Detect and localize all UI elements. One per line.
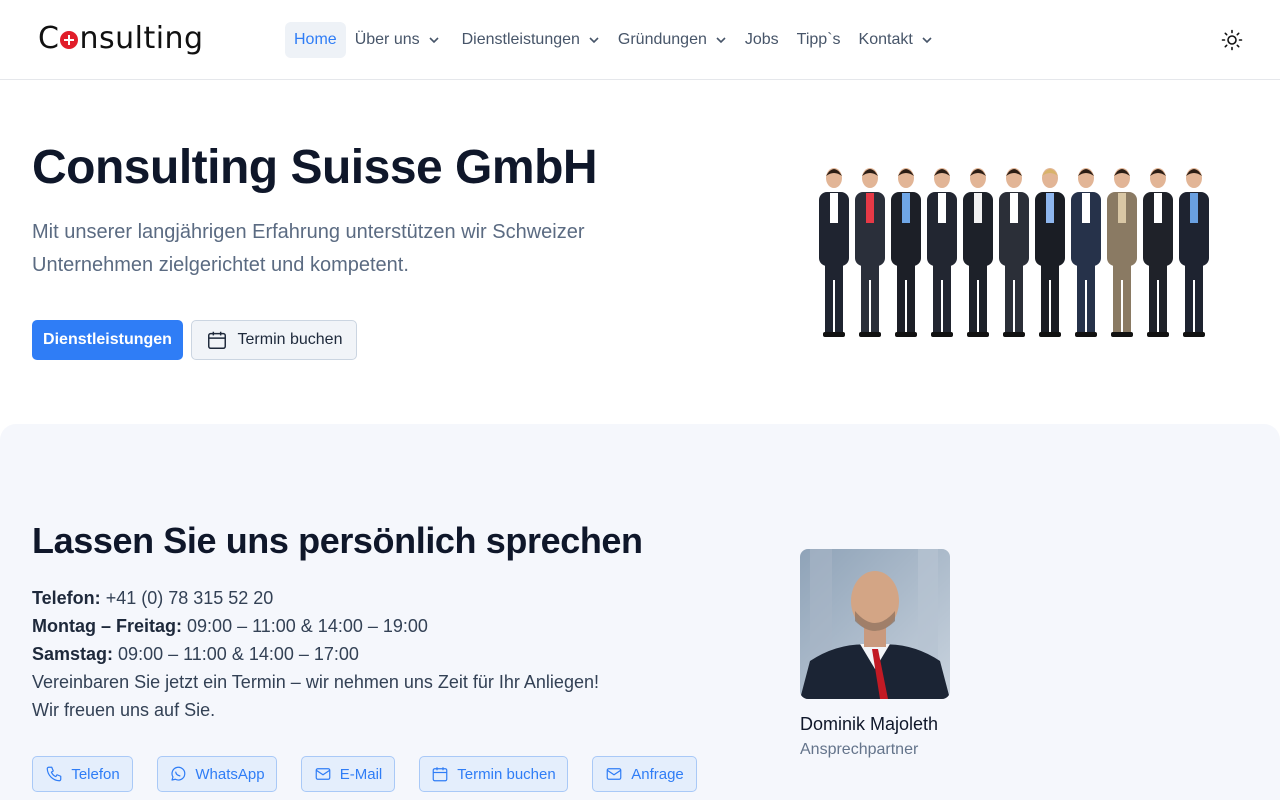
sun-icon[interactable]: [1220, 28, 1244, 52]
mail-icon: [315, 768, 331, 780]
saturday-label: Samstag:: [32, 644, 114, 664]
chevron-down-icon: [716, 37, 726, 44]
person-figure: [927, 168, 957, 337]
book-appointment-label: Termin buchen: [237, 331, 343, 348]
appointment-text: Vereinbaren Sie jetzt ein Termin – wir n…: [32, 672, 599, 692]
contact-title: Lassen Sie uns persönlich sprechen: [32, 520, 643, 561]
person-figure: [891, 168, 921, 337]
contact-info: Telefon: +41 (0) 78 315 52 20 Montag – F…: [32, 584, 599, 724]
nav-item-kontakt[interactable]: Kontakt: [850, 22, 942, 58]
saturday-hours-line: Samstag: 09:00 – 11:00 & 14:00 – 17:00: [32, 640, 599, 668]
main-nav: Home Über uns Dienstleistungen Gründunge…: [285, 22, 942, 58]
contact-portrait: [800, 549, 950, 699]
nav-item-jobs[interactable]: Jobs: [736, 22, 788, 58]
nav-item-label: Jobs: [744, 31, 779, 48]
swiss-cross-icon: [60, 30, 79, 49]
nav-item-dienstleistungen[interactable]: Dienstleistungen: [453, 22, 609, 58]
saturday-hours: 09:00 – 11:00 & 14:00 – 17:00: [118, 644, 359, 664]
person-figure: [1107, 168, 1137, 337]
person-figure: [819, 168, 849, 337]
mail-icon: [606, 768, 622, 780]
page-title: Consulting Suisse GmbH: [32, 141, 598, 194]
nav-item-gruendungen[interactable]: Gründungen: [609, 22, 736, 58]
chevron-down-icon: [589, 37, 599, 44]
book-appointment-small-label: Termin buchen: [457, 765, 556, 783]
contact-person-role: Ansprechpartner: [800, 741, 919, 758]
hero-subtitle: Mit unserer langjährigen Erfahrung unter…: [32, 221, 585, 276]
person-figure: [855, 168, 885, 337]
whatsapp-icon: [171, 766, 186, 781]
chevron-down-icon: [922, 37, 932, 44]
phone-label: Telefon:: [32, 588, 101, 608]
phone-icon: [46, 766, 62, 782]
logo-text: Cnsulting: [38, 20, 204, 56]
nav-item-label: Tipp`s: [796, 31, 841, 48]
email-button-label: E-Mail: [339, 765, 383, 783]
whatsapp-button[interactable]: WhatsApp: [157, 756, 277, 792]
weekday-hours: 09:00 – 11:00 & 14:00 – 19:00: [187, 616, 428, 636]
weekday-label: Montag – Freitag:: [32, 616, 183, 636]
person-figure: [963, 168, 993, 337]
book-appointment-button[interactable]: Termin buchen: [191, 320, 357, 360]
book-appointment-small-button[interactable]: Termin buchen: [419, 756, 568, 792]
calendar-icon: [432, 767, 448, 782]
nav-item-home[interactable]: Home: [285, 22, 346, 58]
site-header: Cnsulting Home Über uns Dienstleistungen…: [0, 0, 1280, 80]
logo[interactable]: Cnsulting: [38, 18, 204, 58]
weekday-hours-line: Montag – Freitag: 09:00 – 11:00 & 14:00 …: [32, 612, 599, 640]
nav-item-label: Über uns: [354, 31, 420, 48]
whatsapp-button-label: WhatsApp: [195, 765, 265, 783]
inquiry-button[interactable]: Anfrage: [592, 756, 697, 792]
chevron-down-icon: [429, 37, 439, 44]
phone-line: Telefon: +41 (0) 78 315 52 20: [32, 584, 599, 612]
phone-value: +41 (0) 78 315 52 20: [105, 588, 274, 608]
person-figure: [1143, 168, 1173, 337]
welcome-text: Wir freuen uns auf Sie.: [32, 700, 216, 720]
nav-item-label: Dienstleistungen: [461, 31, 580, 48]
services-button[interactable]: Dienstleistungen: [32, 320, 183, 360]
person-figure: [999, 168, 1029, 337]
phone-button-label: Telefon: [71, 765, 120, 783]
person-figure: [1035, 168, 1065, 337]
contact-section: Lassen Sie uns persönlich sprechen Telef…: [0, 424, 1280, 800]
nav-item-label: Gründungen: [617, 31, 707, 48]
nav-item-label: Home: [294, 31, 337, 48]
person-figure: [1071, 168, 1101, 337]
phone-button[interactable]: Telefon: [32, 756, 133, 792]
inquiry-button-label: Anfrage: [631, 765, 684, 783]
nav-item-tipps[interactable]: Tipp`s: [788, 22, 850, 58]
team-image: [819, 168, 1209, 337]
email-button[interactable]: E-Mail: [301, 756, 395, 792]
calendar-icon: [207, 331, 226, 349]
person-figure: [1179, 168, 1209, 337]
contact-person-name: Dominik Majoleth: [800, 714, 939, 734]
nav-item-ueber-uns[interactable]: Über uns: [346, 22, 449, 58]
nav-item-label: Kontakt: [858, 31, 913, 48]
